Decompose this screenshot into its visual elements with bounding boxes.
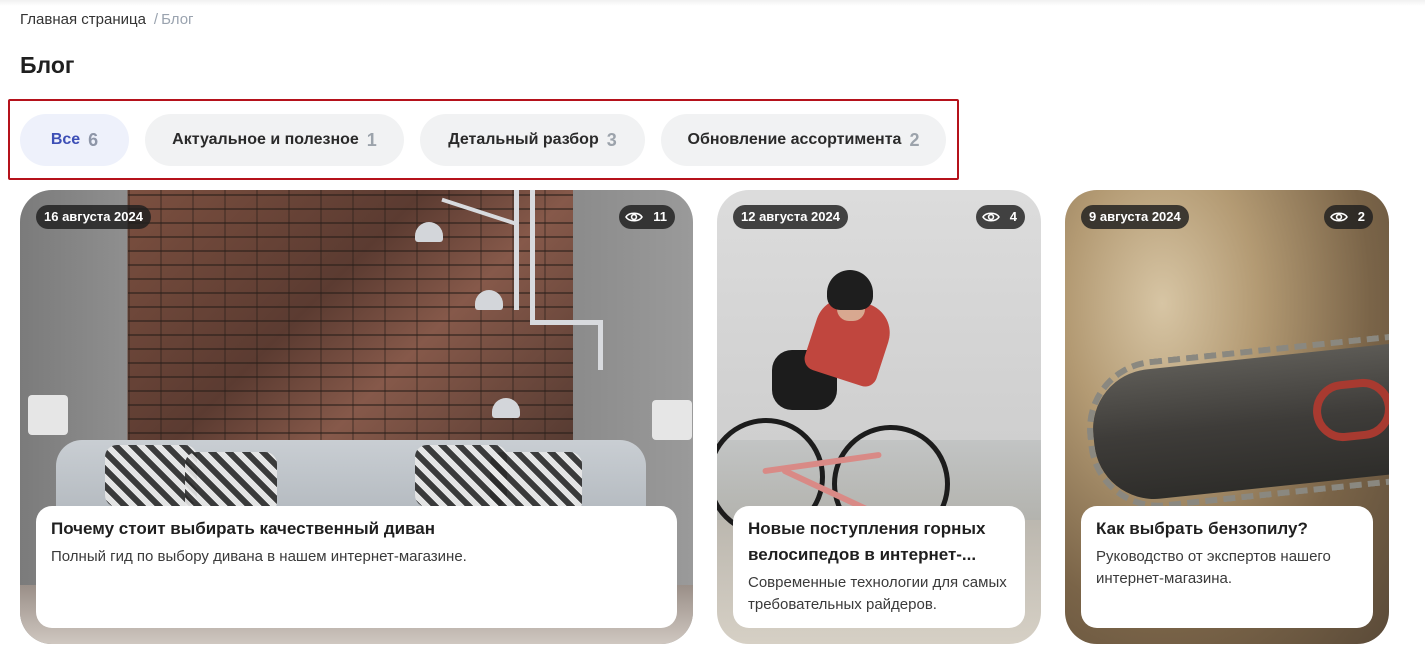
blog-card-bikes[interactable]: 12 августа 2024 4 Новые поступления горн…	[717, 190, 1041, 644]
date-badge: 12 августа 2024	[733, 205, 848, 229]
card-text-panel: Как выбрать бензопилу? Руководство от эк…	[1081, 506, 1373, 628]
tab-label: Все	[50, 131, 81, 148]
views-badge: 2	[1323, 205, 1373, 229]
page-title: Блог	[20, 52, 75, 78]
card-title[interactable]: Как выбрать бензопилу?	[1096, 516, 1358, 542]
tab-label: Актуальное и полезное	[172, 131, 359, 148]
tab-detailed-review[interactable]: Детальный разбор 3	[420, 114, 645, 166]
card-description: Современные технологии для самых требова…	[748, 574, 1007, 613]
breadcrumb-current: Блог	[161, 11, 194, 28]
views-count: 11	[653, 209, 667, 224]
tab-all[interactable]: Все 6	[20, 114, 129, 166]
tab-count: 1	[366, 129, 377, 150]
views-badge: 4	[975, 205, 1025, 229]
eye-icon	[1329, 212, 1348, 222]
views-count: 4	[1009, 209, 1017, 224]
tab-count: 6	[88, 129, 99, 150]
date-badge: 16 августа 2024	[36, 205, 151, 229]
blog-card-chainsaw[interactable]: 9 августа 2024 2 Как выбрать бензопилу? …	[1065, 190, 1389, 644]
card-description: Руководство от экспертов нашего интернет…	[1096, 548, 1331, 587]
eye-icon	[625, 212, 644, 222]
breadcrumb-separator: /	[153, 11, 159, 28]
tab-useful[interactable]: Актуальное и полезное 1	[145, 114, 404, 166]
tab-count: 3	[606, 129, 617, 150]
blog-card-sofa[interactable]: 16 августа 2024 11 Почему стоит выбирать…	[20, 190, 693, 644]
top-shadow	[0, 0, 1425, 6]
tab-label: Обновление ассортимента	[687, 131, 902, 148]
tab-assortment-update[interactable]: Обновление ассортимента 2	[661, 114, 946, 166]
card-text-panel: Почему стоит выбирать качественный диван…	[36, 506, 677, 628]
breadcrumb: Главная страница / Блог	[20, 11, 194, 29]
card-title[interactable]: Новые поступления горных велосипедов в и…	[748, 516, 1010, 568]
eye-icon	[981, 212, 1000, 222]
card-description: Полный гид по выбору дивана в нашем инте…	[51, 548, 467, 565]
date-badge: 9 августа 2024	[1081, 205, 1189, 229]
breadcrumb-home-link[interactable]: Главная страница	[20, 11, 146, 28]
views-badge: 11	[619, 205, 675, 229]
views-count: 2	[1357, 209, 1365, 224]
card-text-panel: Новые поступления горных велосипедов в и…	[733, 506, 1025, 628]
tab-label: Детальный разбор	[448, 131, 599, 148]
card-title[interactable]: Почему стоит выбирать качественный диван	[51, 516, 662, 542]
tab-count: 2	[909, 129, 920, 150]
